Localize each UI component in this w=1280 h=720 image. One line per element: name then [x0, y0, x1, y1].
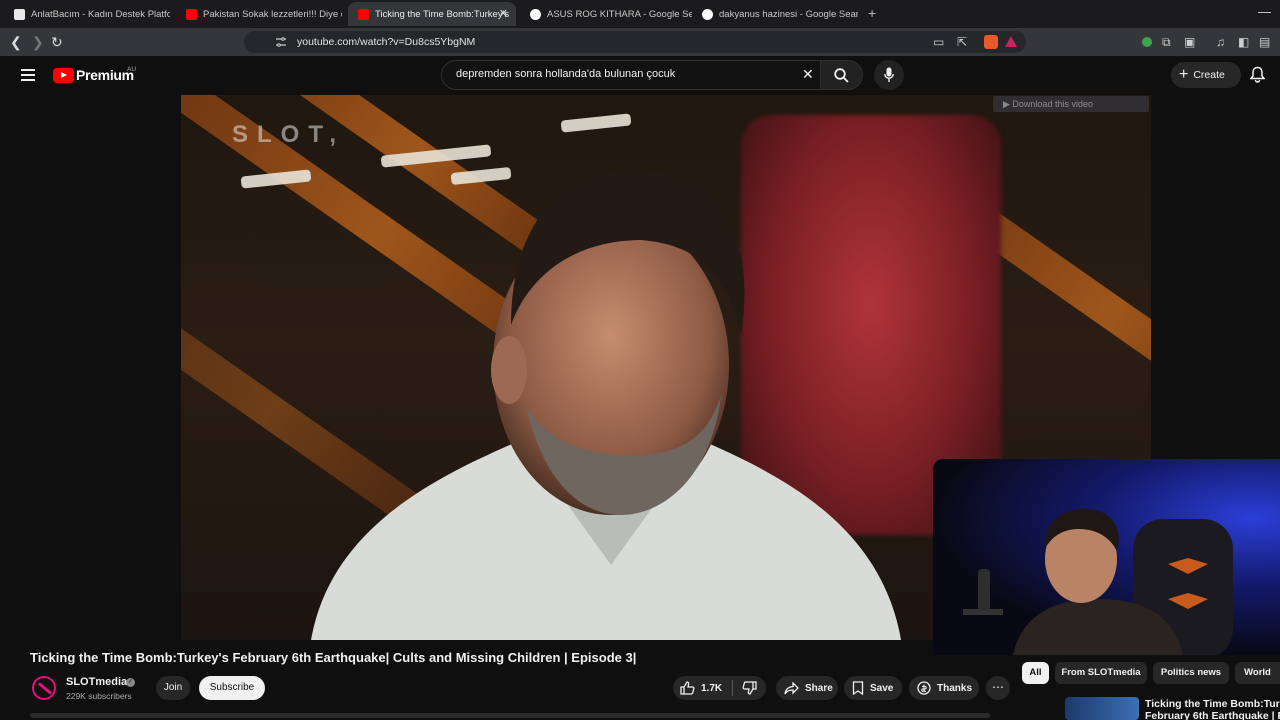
save-button[interactable]: Save — [844, 676, 902, 700]
tab-label: dakyanus hazinesi - Google Search — [719, 8, 858, 20]
media-icon[interactable]: ♫ — [1216, 35, 1225, 49]
cast-icon[interactable]: ▭ — [933, 35, 944, 49]
chip-politics-news[interactable]: Politics news — [1153, 662, 1229, 684]
puzzle-icon[interactable]: ⧉ — [1162, 35, 1171, 49]
google-favicon-icon — [530, 8, 541, 20]
channel-name[interactable]: SLOTmedia — [66, 676, 127, 688]
back-icon[interactable]: ❮ — [10, 34, 22, 50]
share-icon — [784, 681, 799, 695]
tab-asus-search[interactable]: ASUS ROG KITHARA - Google Search — [520, 2, 692, 26]
youtube-favicon-icon — [358, 8, 369, 20]
close-tab-icon[interactable]: ✕ — [499, 7, 508, 20]
tab-current-video[interactable]: Ticking the Time Bomb:Turkey's ✕ — [348, 2, 516, 26]
voice-search-button[interactable] — [874, 60, 904, 90]
search-query[interactable]: depremden sonra hollanda'da bulunan çocu… — [456, 68, 675, 80]
download-video-overlay[interactable]: ▶ Download this video — [993, 96, 1149, 112]
chip-world[interactable]: World — [1235, 662, 1280, 684]
youtube-favicon-icon — [186, 8, 197, 20]
save-label: Save — [870, 682, 894, 694]
menu-icon[interactable] — [21, 69, 35, 81]
create-label: Create — [1193, 69, 1225, 81]
subscribe-button[interactable]: Subscribe — [199, 676, 265, 700]
tab-pakistan-video[interactable]: Pakistan Sokak lezzetleri!!! Diye diye — [176, 2, 342, 26]
tab-anlatbacim[interactable]: AnlatBacım - Kadın Destek Platformu — [4, 2, 170, 26]
save-icon — [852, 681, 864, 695]
chip-from-slotmedia[interactable]: From SLOTmedia — [1055, 662, 1147, 684]
notifications-bell-icon[interactable] — [1250, 66, 1265, 83]
channel-avatar[interactable] — [32, 676, 56, 700]
related-video-title[interactable]: Ticking the Time Bomb:Turkey February 6t… — [1145, 698, 1280, 720]
streamer-figure — [963, 508, 1233, 655]
minimize-window-button[interactable]: — — [1258, 4, 1271, 19]
brave-rewards-icon[interactable] — [1005, 36, 1017, 47]
plus-icon: + — [1179, 66, 1189, 83]
sidebar-icon[interactable]: ◧ — [1238, 35, 1249, 49]
search-button[interactable] — [821, 60, 863, 90]
related-video-title-line2: February 6th Earthquake | Red — [1145, 710, 1280, 720]
subscriber-count: 229K subscribers — [66, 691, 132, 701]
youtube-logo-icon[interactable] — [53, 68, 74, 83]
share-button[interactable]: Share — [776, 676, 838, 700]
more-actions-button[interactable]: ⋯ — [986, 676, 1010, 700]
tab-label: Pakistan Sokak lezzetleri!!! Diye diye — [203, 8, 342, 20]
tab-label: ASUS ROG KITHARA - Google Search — [547, 8, 692, 20]
thanks-icon — [917, 681, 931, 695]
join-button[interactable]: Join — [156, 676, 190, 700]
brave-shield-icon[interactable] — [984, 35, 998, 49]
create-button[interactable]: + Create — [1171, 62, 1241, 88]
chip-all[interactable]: All — [1022, 662, 1049, 684]
browser-tab-strip: AnlatBacım - Kadın Destek Platformu Paki… — [0, 0, 1280, 28]
thanks-button[interactable]: Thanks — [909, 676, 979, 700]
video-title: Ticking the Time Bomb:Turkey's February … — [30, 650, 637, 665]
channel-watermark: SLOT, — [232, 121, 346, 148]
tab-dakyanus-search[interactable]: dakyanus hazinesi - Google Search — [692, 2, 858, 26]
verified-badge-icon: ✓ — [126, 678, 135, 687]
wallet-icon[interactable]: ▤ — [1259, 35, 1270, 49]
like-dislike-group: 1.7K — [673, 676, 766, 700]
google-favicon-icon — [702, 8, 713, 20]
related-video-thumbnail[interactable] — [1065, 697, 1139, 720]
share-icon[interactable]: ⇱ — [957, 35, 967, 49]
tab-label: Ticking the Time Bomb:Turkey's — [375, 8, 510, 20]
tab-label: AnlatBacım - Kadın Destek Platformu — [31, 8, 170, 20]
microphone-icon — [884, 67, 894, 82]
dislike-icon[interactable] — [742, 681, 757, 695]
horizontal-scrollbar[interactable] — [30, 713, 990, 718]
clear-search-icon[interactable]: ✕ — [802, 66, 814, 83]
thanks-label: Thanks — [937, 682, 973, 694]
country-code: AU — [127, 66, 137, 73]
like-count[interactable]: 1.7K — [701, 683, 722, 694]
like-icon[interactable] — [680, 681, 695, 695]
screenshot-icon[interactable]: ▣ — [1184, 35, 1195, 49]
anlatbacim-favicon-icon — [14, 8, 25, 20]
site-info-icon[interactable] — [275, 37, 287, 47]
forward-icon[interactable]: ❯ — [32, 34, 44, 50]
youtube-premium-logo-text[interactable]: Premium — [76, 67, 134, 83]
search-icon — [834, 68, 849, 83]
related-video-title-line1: Ticking the Time Bomb:Turkey — [1145, 698, 1280, 710]
new-tab-button[interactable]: + — [868, 5, 876, 21]
extension-icon[interactable] — [1141, 36, 1153, 48]
reload-icon[interactable]: ↻ — [51, 34, 63, 50]
share-label: Share — [805, 682, 833, 694]
url-text[interactable]: youtube.com/watch?v=Du8cs5YbgNM — [297, 36, 475, 48]
like-dislike-divider — [732, 680, 734, 696]
streamer-facecam — [933, 459, 1280, 655]
